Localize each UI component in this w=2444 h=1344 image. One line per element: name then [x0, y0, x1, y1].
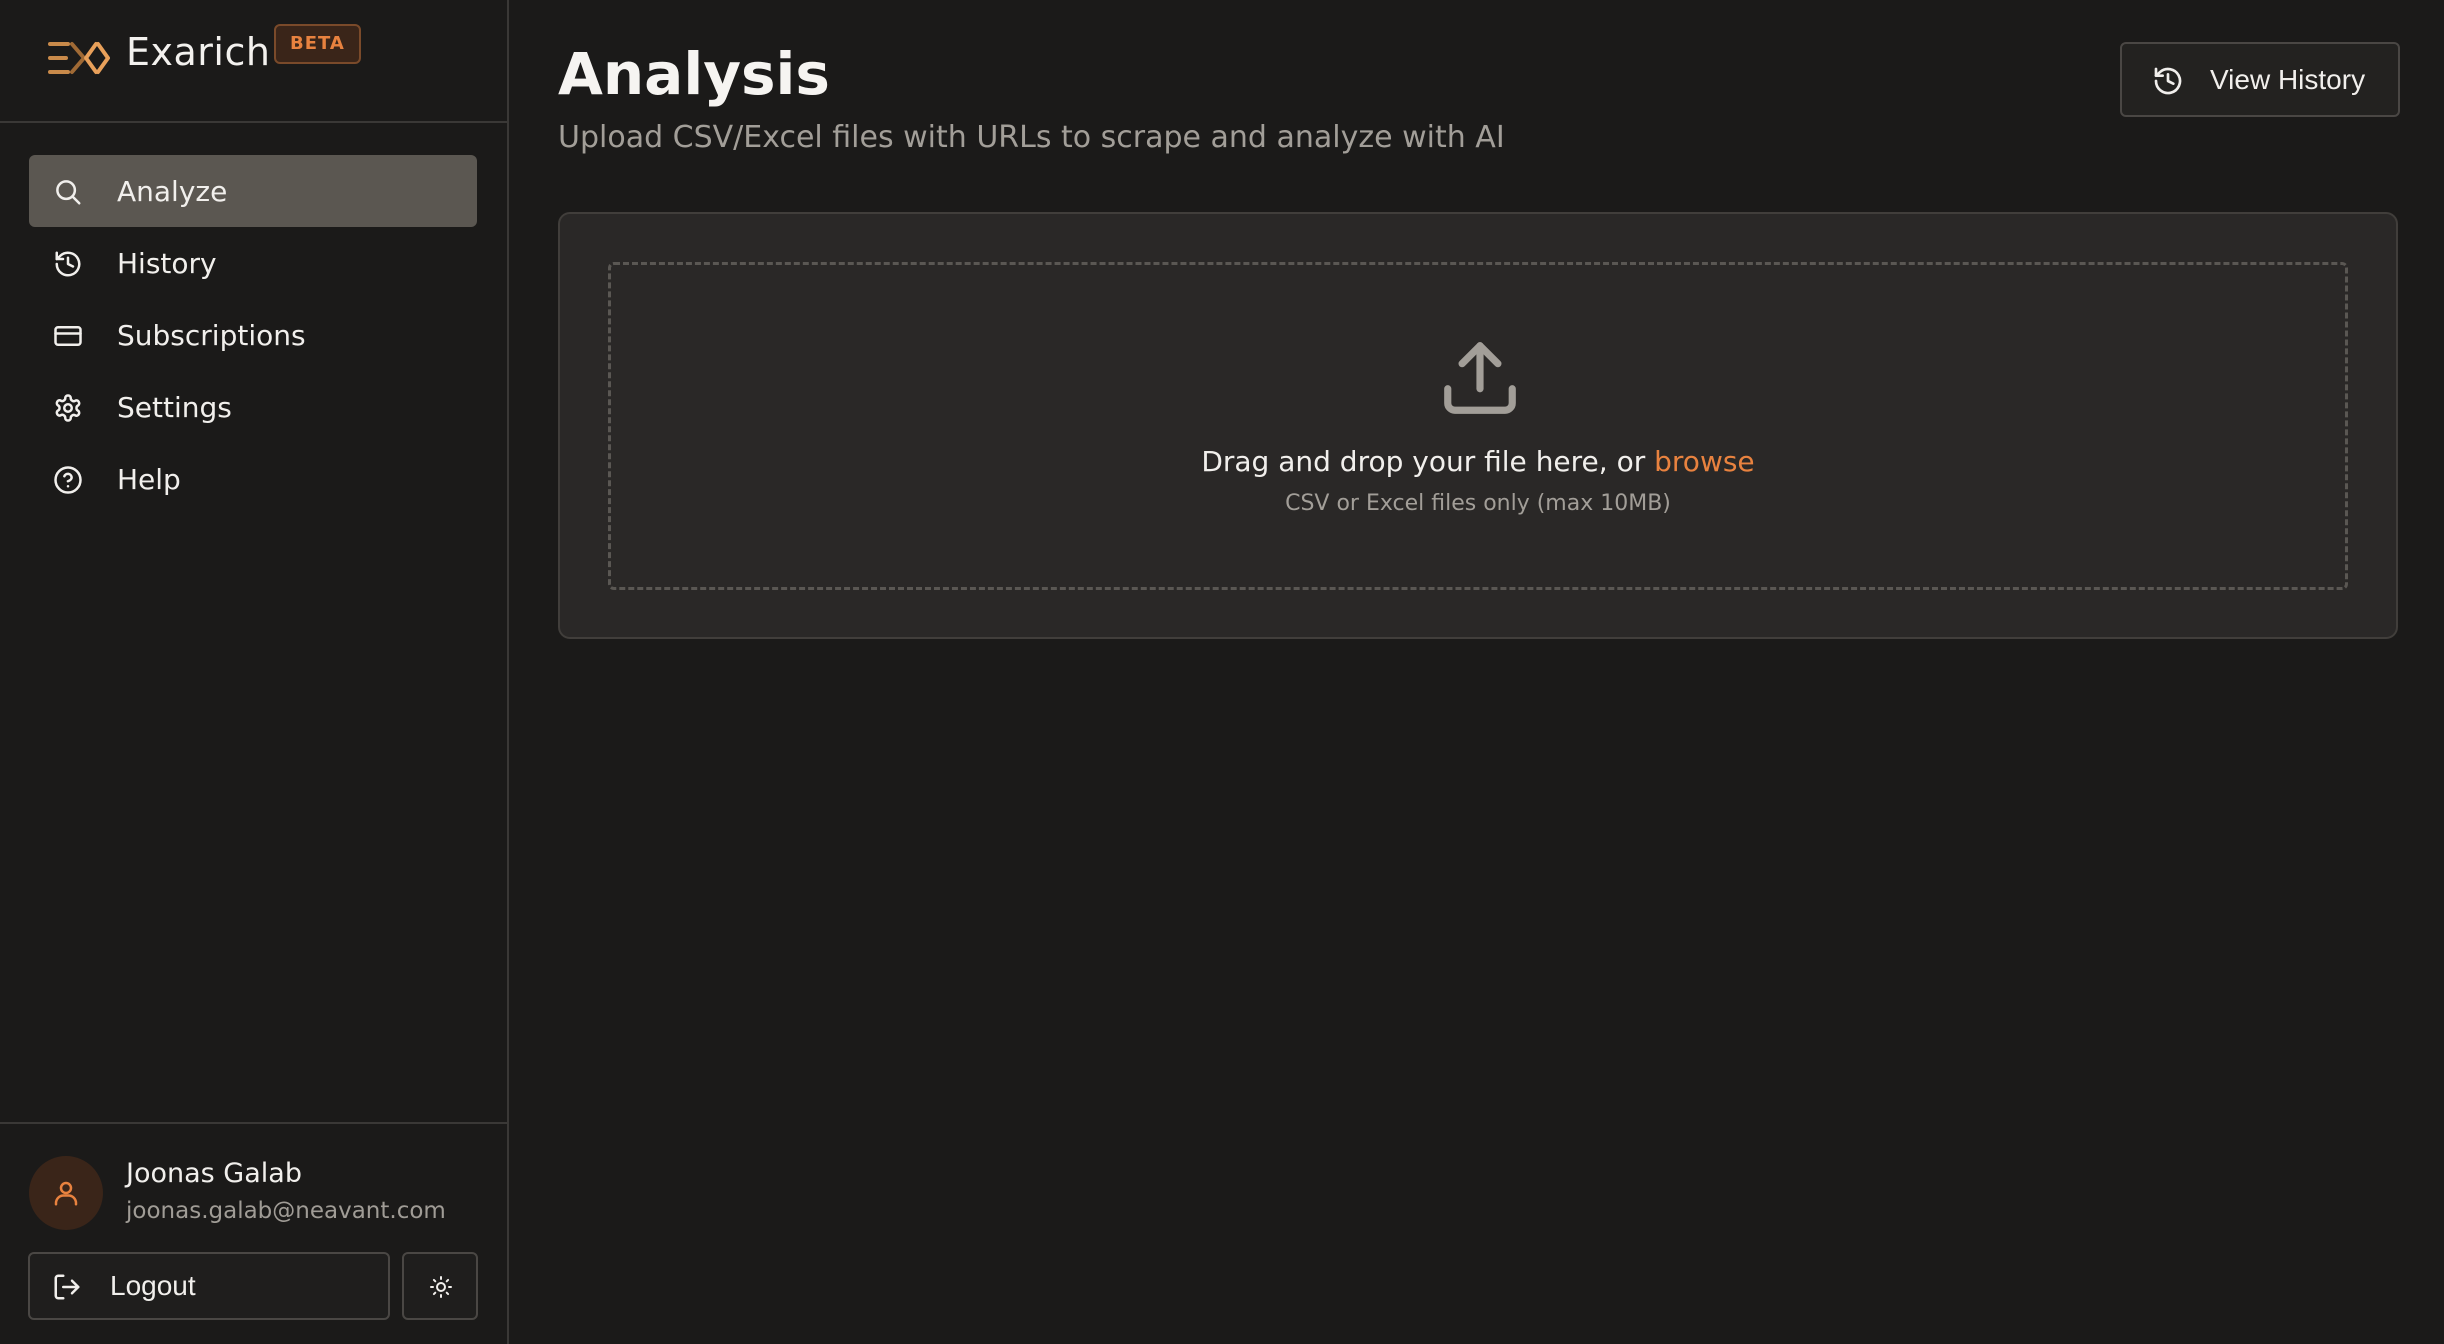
sidebar: Exarich BETA Analyze History Subscriptio… — [0, 0, 509, 1344]
view-history-button[interactable]: View History — [2120, 42, 2400, 117]
browse-link[interactable]: browse — [1654, 445, 1755, 478]
help-circle-icon — [54, 466, 82, 494]
sidebar-item-analyze[interactable]: Analyze — [29, 155, 477, 227]
sidebar-item-label: History — [117, 246, 217, 280]
sun-icon — [430, 1276, 452, 1298]
beta-badge: BETA — [274, 24, 361, 64]
app-root: Exarich BETA Analyze History Subscriptio… — [0, 0, 2444, 1344]
page-subtitle: Upload CSV/Excel files with URLs to scra… — [558, 120, 1505, 155]
brand-header: Exarich BETA — [0, 0, 507, 123]
file-dropzone[interactable]: Drag and drop your file here, or browse … — [608, 262, 2348, 590]
theme-toggle-button[interactable] — [402, 1252, 478, 1320]
logout-icon — [54, 1274, 80, 1300]
user-name: Joonas Galab — [126, 1158, 302, 1189]
sidebar-item-label: Analyze — [117, 174, 228, 208]
sidebar-item-help[interactable]: Help — [29, 443, 477, 515]
sidebar-item-settings[interactable]: Settings — [29, 371, 477, 443]
view-history-label: View History — [2210, 64, 2366, 95]
user-icon — [54, 1181, 78, 1206]
sidebar-item-label: Help — [117, 462, 181, 496]
exarich-logo-icon — [48, 42, 110, 74]
search-icon — [56, 180, 81, 205]
sidebar-item-subscriptions[interactable]: Subscriptions — [29, 299, 477, 371]
sidebar-item-label: Subscriptions — [117, 318, 306, 352]
gear-icon — [55, 394, 81, 422]
user-panel: Joonas Galab joonas.galab@neavant.com Lo… — [0, 1122, 507, 1344]
upload-card: Drag and drop your file here, or browse … — [558, 212, 2398, 639]
sidebar-nav: Analyze History Subscriptions Settings H… — [29, 155, 477, 515]
sidebar-item-history[interactable]: History — [29, 227, 477, 299]
history-icon — [2154, 67, 2182, 95]
credit-card-icon — [54, 326, 82, 346]
main-content: Analysis Upload CSV/Excel files with URL… — [511, 0, 2444, 1344]
avatar — [29, 1156, 103, 1230]
sidebar-item-label: Settings — [117, 390, 232, 424]
brand-name: Exarich — [126, 30, 271, 74]
history-icon — [55, 251, 81, 277]
dropzone-hint: CSV or Excel files only (max 10MB) — [1285, 491, 1671, 516]
dropzone-prompt: Drag and drop your file here, or browse — [611, 445, 2345, 478]
page-title: Analysis — [558, 40, 830, 108]
logout-label: Logout — [110, 1270, 196, 1301]
dropzone-prompt-text: Drag and drop your file here, or — [1201, 445, 1655, 478]
upload-icon — [1444, 342, 1516, 414]
logout-button[interactable]: Logout — [28, 1252, 390, 1320]
user-email: joonas.galab@neavant.com — [126, 1198, 446, 1224]
